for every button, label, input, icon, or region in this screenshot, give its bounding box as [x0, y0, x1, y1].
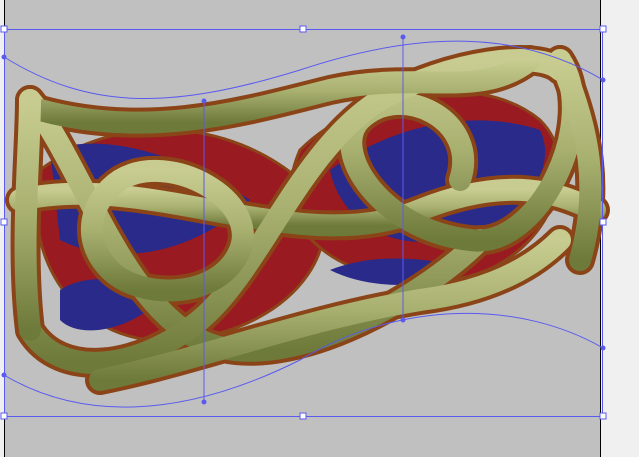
- handle-middle-right: [599, 218, 607, 226]
- design-canvas[interactable]: [0, 0, 639, 457]
- control-point: [600, 77, 606, 83]
- control-point: [1, 54, 7, 60]
- handle-bottom-center: [299, 412, 307, 420]
- control-point: [201, 399, 207, 405]
- handle-bottom-right: [599, 412, 607, 420]
- handle-middle-left: [0, 218, 8, 226]
- handle-bottom-left: [0, 412, 8, 420]
- control-point: [600, 345, 606, 351]
- control-point: [400, 34, 406, 40]
- control-point: [400, 317, 406, 323]
- handle-top-center: [299, 25, 307, 33]
- control-point: [1, 372, 7, 378]
- handle-top-right: [599, 25, 607, 33]
- handle-top-left: [0, 25, 8, 33]
- control-point: [201, 98, 207, 104]
